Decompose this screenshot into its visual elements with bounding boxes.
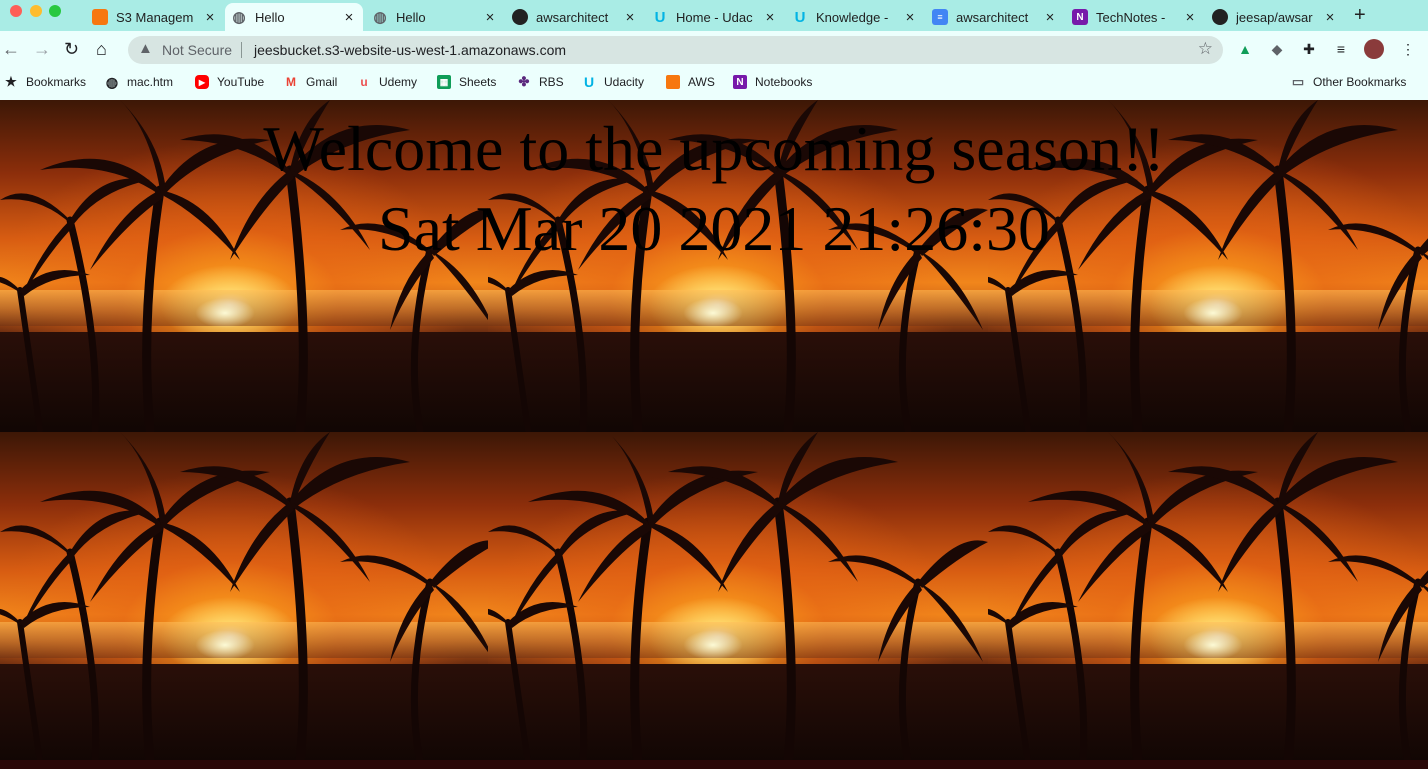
google-drive-icon[interactable]: ▲ [1237,41,1253,57]
media-control-icon[interactable]: ≡ [1333,41,1349,57]
close-tab-icon[interactable]: × [1042,9,1058,26]
close-tab-icon[interactable]: × [1322,9,1338,26]
page-content: Welcome to the upcoming season!! Sat Mar… [0,100,1428,764]
sunset-palm-background-image [988,432,1428,764]
bookmark-aws[interactable]: AWS [666,75,715,89]
aws-cube-icon [92,9,108,25]
google-docs-icon: ≡ [932,9,948,25]
window-bottom-edge [0,760,1428,769]
address-bar[interactable]: ▲ Not Secure jeesbucket.s3-website-us-we… [128,36,1223,64]
sunset-palm-background-image [0,432,500,764]
tab-title: jeesap/awsar [1236,9,1313,25]
folder-icon: ▭ [1291,74,1305,89]
sheets-icon: ▦ [437,75,451,89]
window-maximize-button[interactable] [49,5,61,17]
profile-avatar[interactable] [1364,39,1384,59]
address-divider [241,42,242,58]
github-icon [512,9,528,25]
onenote-icon: N [1072,9,1088,25]
close-tab-icon[interactable]: × [202,9,218,26]
home-icon[interactable]: ⌂ [96,39,107,60]
tab-technotes[interactable]: N TechNotes - × [1066,3,1204,31]
url-text[interactable]: jeesbucket.s3-website-us-west-1.amazonaw… [254,42,566,58]
tab-awsarchitect-docs[interactable]: ≡ awsarchitect × [926,3,1064,31]
tab-title: Home - Udac [676,9,753,25]
security-indicator[interactable]: Not Secure [162,42,232,58]
tab-jeesap-github[interactable]: jeesap/awsar × [1206,3,1344,31]
tab-strip: S3 Managem × ◍ Hello × ◍ Hello × awsarch… [0,0,1428,31]
kebab-menu-icon[interactable]: ⋮ [1400,41,1416,57]
bookmark-udacity[interactable]: U Udacity [582,74,644,90]
current-datetime: Sat Mar 20 2021 21:26:30 [378,193,1050,264]
star-icon: ★ [5,74,17,89]
bookmark-gmail[interactable]: M Gmail [284,75,337,89]
extensions-puzzle-icon[interactable]: ✚ [1301,41,1317,57]
close-tab-icon[interactable]: × [902,9,918,26]
tab-title: Knowledge - [816,9,889,25]
youtube-icon: ▶ [195,75,209,89]
bookmark-youtube[interactable]: ▶ YouTube [195,75,264,89]
bookmarks-bar: ★ Bookmarks ◍ mac.htm ▶ YouTube M Gmail … [0,69,1428,100]
tab-knowledge[interactable]: U Knowledge - × [786,3,924,31]
tab-title: awsarchitect [536,9,609,25]
gmail-icon: M [286,75,296,89]
udacity-icon: U [794,8,806,26]
tab-title: awsarchitect [956,9,1029,25]
sunset-palm-background-image [488,432,988,764]
window-minimize-button[interactable] [30,5,42,17]
onenote-icon: N [733,75,747,89]
forward-arrow-icon[interactable]: → [33,39,51,60]
window-close-button[interactable] [10,5,22,17]
bookmark-mac-htm[interactable]: ◍ mac.htm [105,73,173,90]
rbs-icon: ✤ [518,74,530,89]
tab-hello-active[interactable]: ◍ Hello × [225,3,363,31]
close-tab-icon[interactable]: × [622,9,638,26]
tab-title: Hello [396,9,426,25]
udacity-icon: U [654,8,666,26]
tab-title: TechNotes - [1096,9,1166,25]
tab-s3-management[interactable]: S3 Managem × [86,3,224,31]
other-bookmarks-folder[interactable]: ▭ Other Bookmarks [1291,74,1407,89]
dropbox-icon[interactable]: ◆ [1269,41,1285,57]
new-tab-button[interactable]: + [1354,4,1366,27]
tab-title: Hello [255,9,285,25]
bookmark-star-icon[interactable]: ☆ [1198,39,1213,59]
bookmark-sheets[interactable]: ▦ Sheets [437,75,496,89]
bookmark-bookmarks[interactable]: ★ Bookmarks [4,74,86,89]
reload-icon[interactable]: ↻ [64,39,79,60]
globe-icon: ◍ [373,9,387,26]
globe-icon: ◍ [232,9,246,26]
close-tab-icon[interactable]: × [1182,9,1198,26]
github-icon [1212,9,1228,25]
close-tab-icon[interactable]: × [482,9,498,26]
aws-cube-icon [666,75,680,89]
tab-title: S3 Managem [116,9,194,25]
udacity-icon: U [583,74,595,90]
browser-toolbar: ← → ↻ ⌂ ▲ Not Secure jeesbucket.s3-websi… [0,31,1428,69]
bookmark-rbs[interactable]: ✤ RBS [517,74,564,89]
tab-home-udacity[interactable]: U Home - Udac × [646,3,784,31]
udemy-icon: u [360,75,368,89]
bookmark-udemy[interactable]: u Udemy [357,75,417,89]
globe-icon: ◍ [105,73,119,90]
close-tab-icon[interactable]: × [341,9,357,26]
warning-triangle-icon[interactable]: ▲ [138,40,153,57]
back-arrow-icon[interactable]: ← [2,39,20,60]
bookmark-notebooks[interactable]: N Notebooks [733,75,812,89]
close-tab-icon[interactable]: × [762,9,778,26]
tab-awsarchitect-github[interactable]: awsarchitect × [506,3,644,31]
welcome-headline: Welcome to the upcoming season!! [263,113,1165,184]
tab-hello[interactable]: ◍ Hello × [366,3,504,31]
